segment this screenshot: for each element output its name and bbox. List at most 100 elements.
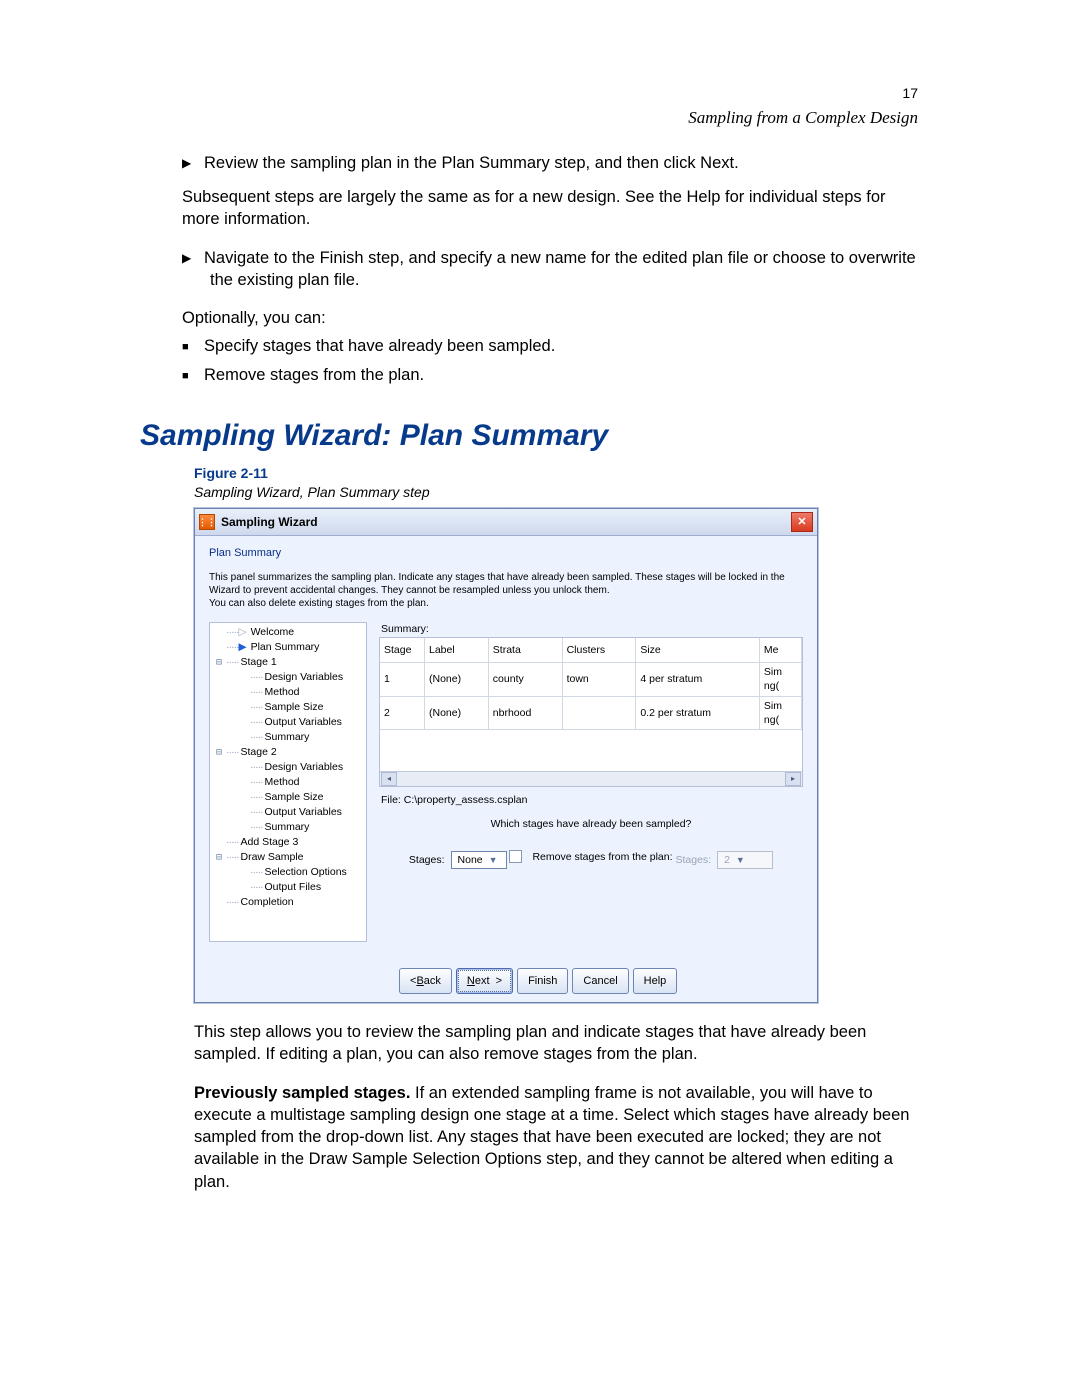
step-icon: ▷ [238, 625, 246, 639]
nav-item[interactable]: ·····Selection Options [210, 865, 366, 880]
after-figure-text: This step allows you to review the sampl… [194, 1021, 914, 1193]
nav-item-label: Stage 2 [238, 745, 276, 759]
question-sampled: Which stages have already been sampled? [379, 817, 803, 831]
opt-specify-sampled: Specify stages that have already been sa… [210, 335, 918, 357]
file-path: File: C:\property_assess.csplan [381, 793, 803, 807]
chevron-down-icon: ▼ [489, 854, 498, 866]
column-header[interactable]: Stage [380, 638, 425, 663]
close-icon[interactable]: ✕ [791, 512, 813, 532]
tree-toggle-icon[interactable]: ⊟ [212, 851, 226, 865]
table-cell: (None) [425, 663, 489, 696]
nav-item[interactable]: ·····▷Welcome [210, 625, 366, 640]
nav-item-label: Design Variables [262, 670, 343, 684]
summary-label: Summary: [381, 622, 803, 636]
page: 17 Sampling from a Complex Design Review… [0, 0, 1080, 1397]
nav-item[interactable]: ·····Output Variables [210, 805, 366, 820]
finish-button[interactable]: Finish [517, 968, 568, 994]
window-title: Sampling Wizard [221, 514, 791, 530]
column-header[interactable]: Label [425, 638, 489, 663]
table-cell: nbrhood [488, 696, 562, 729]
app-icon: ⋮⋮ [199, 514, 215, 530]
table-row[interactable]: 1(None)countytown4 per stratumSimng( [380, 663, 802, 696]
remove-stages-checkbox[interactable] [509, 850, 522, 863]
figure-caption: Figure 2-11 Sampling Wizard, Plan Summar… [194, 464, 918, 502]
table-row[interactable]: 2(None)nbrhood0.2 per stratumSimng( [380, 696, 802, 729]
cancel-button[interactable]: Cancel [572, 968, 628, 994]
table-cell: town [562, 663, 636, 696]
remove-stages-label: Remove stages from the plan: [532, 850, 672, 864]
scroll-right-icon[interactable]: ▸ [785, 772, 801, 786]
table-cell: (None) [425, 696, 489, 729]
nav-item-label: Draw Sample [238, 850, 303, 864]
nav-item[interactable]: ·····Summary [210, 820, 366, 835]
nav-item-label: Stage 1 [238, 655, 276, 669]
tree-toggle-icon[interactable]: ⊟ [212, 746, 226, 760]
table-cell: 2 [380, 696, 425, 729]
nav-item[interactable]: ·····Completion [210, 895, 366, 910]
column-header[interactable]: Clusters [562, 638, 636, 663]
sampled-stages-dropdown[interactable]: None ▼ [451, 851, 507, 869]
nav-item-label: Plan Summary [249, 640, 320, 654]
horizontal-scrollbar[interactable]: ◂ ▸ [380, 771, 802, 786]
step-review-plan: Review the sampling plan in the Plan Sum… [210, 152, 918, 174]
table-cell [562, 696, 636, 729]
table-cell: Simng( [759, 663, 801, 696]
nav-item[interactable]: ⊟·····Stage 2 [210, 745, 366, 760]
nav-item[interactable]: ·····▶Plan Summary [210, 640, 366, 655]
stages-label: Stages: [409, 853, 445, 867]
nav-item[interactable]: ·····Method [210, 685, 366, 700]
titlebar[interactable]: ⋮⋮ Sampling Wizard ✕ [195, 509, 817, 536]
nav-item[interactable]: ·····Output Files [210, 880, 366, 895]
nav-item-label: Output Variables [262, 715, 341, 729]
nav-item[interactable]: ·····Summary [210, 730, 366, 745]
opt-remove-stages: Remove stages from the plan. [210, 364, 918, 386]
nav-item-label: Sample Size [262, 790, 323, 804]
nav-tree[interactable]: ·····▷Welcome·····▶Plan Summary⊟·····Sta… [209, 622, 367, 942]
client-area: Plan Summary This panel summarizes the s… [195, 536, 817, 1002]
remove-stages-value: 2 [724, 853, 730, 867]
nav-item[interactable]: ·····Sample Size [210, 790, 366, 805]
nav-item[interactable]: ·····Method [210, 775, 366, 790]
nav-item-label: Sample Size [262, 700, 323, 714]
optional-intro: Optionally, you can: [182, 307, 918, 329]
nav-item-label: Summary [262, 820, 309, 834]
column-header[interactable]: Me [759, 638, 801, 663]
pane-title: Plan Summary [209, 546, 803, 561]
body-content: Review the sampling plan in the Plan Sum… [182, 152, 918, 386]
back-button[interactable]: < Back [399, 968, 452, 994]
figure-number: Figure 2-11 [194, 465, 268, 481]
next-button[interactable]: Next > [456, 968, 513, 994]
nav-item[interactable]: ·····Add Stage 3 [210, 835, 366, 850]
tree-toggle-icon[interactable]: ⊟ [212, 656, 226, 670]
nav-item-label: Completion [238, 895, 293, 909]
sampling-wizard-window: ⋮⋮ Sampling Wizard ✕ Plan Summary This p… [194, 508, 818, 1003]
nav-item-label: Output Files [262, 880, 321, 894]
table-cell: 4 per stratum [636, 663, 760, 696]
nav-item-label: Summary [262, 730, 309, 744]
nav-item[interactable]: ·····Sample Size [210, 700, 366, 715]
nav-item[interactable]: ·····Output Variables [210, 715, 366, 730]
summary-table[interactable]: StageLabelStrataClustersSizeMe1(None)cou… [379, 637, 803, 787]
sampled-stages-value: None [458, 853, 483, 867]
nav-item[interactable]: ·····Design Variables [210, 760, 366, 775]
step-review-plan-followup: Subsequent steps are largely the same as… [182, 186, 918, 231]
scroll-left-icon[interactable]: ◂ [381, 772, 397, 786]
button-bar: < Back Next > Finish Cancel Help [209, 968, 803, 994]
figure-title: Sampling Wizard, Plan Summary step [194, 483, 918, 502]
nav-item[interactable]: ⊟·····Stage 1 [210, 655, 366, 670]
table-cell: 1 [380, 663, 425, 696]
pane-intro: This panel summarizes the sampling plan.… [209, 571, 803, 610]
nav-item[interactable]: ·····Design Variables [210, 670, 366, 685]
step-navigate-finish: Navigate to the Finish step, and specify… [210, 247, 918, 292]
after-para-1: This step allows you to review the sampl… [194, 1021, 914, 1066]
chevron-down-icon: ▼ [736, 854, 745, 866]
remove-stages-stages-label: Stages: [675, 853, 711, 867]
nav-item-label: Design Variables [262, 760, 343, 774]
column-header[interactable]: Strata [488, 638, 562, 663]
nav-item-label: Method [262, 685, 299, 699]
help-button[interactable]: Help [633, 968, 678, 994]
column-header[interactable]: Size [636, 638, 760, 663]
nav-item-label: Welcome [249, 625, 295, 639]
nav-item[interactable]: ⊟·····Draw Sample [210, 850, 366, 865]
nav-item-label: Add Stage 3 [238, 835, 298, 849]
